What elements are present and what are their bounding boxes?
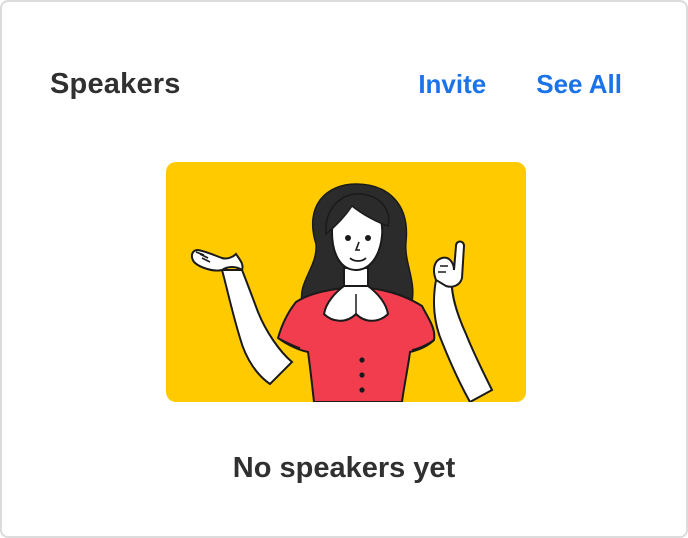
- speakers-card: Speakers Invite See All No speakers yet: [0, 0, 688, 538]
- card-title: Speakers: [50, 67, 181, 100]
- invite-link[interactable]: Invite: [418, 69, 486, 100]
- header-actions: Invite See All: [418, 69, 622, 100]
- woman-waving-illustration-icon: [190, 183, 494, 402]
- empty-state-illustration: [166, 162, 526, 402]
- card-header: Speakers Invite See All: [50, 64, 622, 104]
- empty-state-message: No speakers yet: [232, 452, 456, 484]
- see-all-link[interactable]: See All: [536, 69, 622, 100]
